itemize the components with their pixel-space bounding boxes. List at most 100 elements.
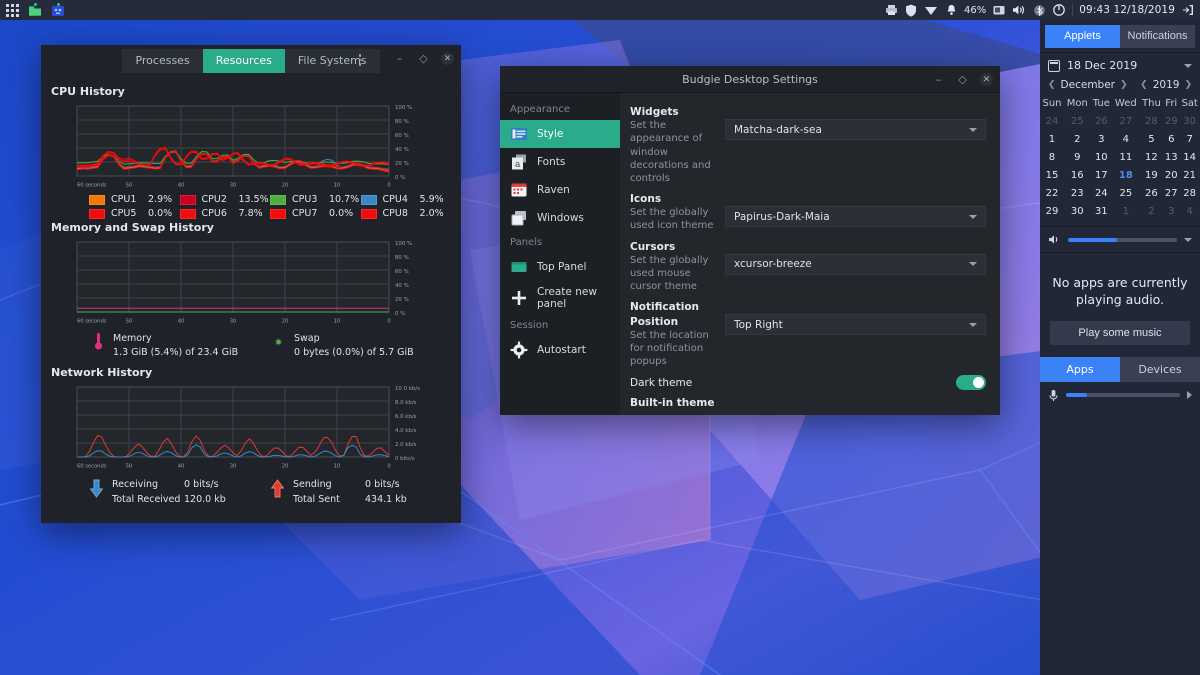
calendar-day[interactable]: 17	[1091, 166, 1113, 184]
calendar-day[interactable]: 24	[1040, 112, 1064, 130]
tab-resources[interactable]: Resources	[202, 49, 285, 73]
calendar-day[interactable]: 2	[1140, 202, 1164, 220]
calendar-day-today[interactable]: 18	[1112, 166, 1139, 184]
speaker-icon[interactable]	[1048, 234, 1061, 245]
budgie-titlebar: Budgie Desktop Settings – ◇ ✕	[500, 66, 1000, 93]
display-icon[interactable]	[992, 3, 1006, 17]
power-icon[interactable]	[1052, 3, 1066, 17]
calendar-day[interactable]: 3	[1163, 202, 1179, 220]
sidebar-item-fonts[interactable]: a Fonts	[500, 148, 620, 176]
calendar-day[interactable]: 29	[1163, 112, 1179, 130]
calendar-day[interactable]: 23	[1064, 184, 1091, 202]
app-icon[interactable]	[51, 3, 65, 17]
output-device-chevron-icon[interactable]	[1184, 237, 1192, 242]
sidebar-item-raven[interactable]: Raven	[500, 176, 620, 204]
calendar-day[interactable]: 27	[1163, 184, 1179, 202]
tab-file-systems[interactable]: File Systems	[284, 49, 380, 73]
svg-text:40: 40	[178, 319, 185, 325]
calendar-day[interactable]: 26	[1091, 112, 1113, 130]
calendar-day[interactable]: 24	[1091, 184, 1113, 202]
calendar-day[interactable]: 8	[1040, 148, 1064, 166]
clock[interactable]: 09:43 12/18/2019	[1079, 4, 1175, 16]
close-button[interactable]: ✕	[980, 73, 993, 86]
kebab-menu-icon[interactable]	[358, 54, 361, 66]
calendar-day[interactable]: 21	[1179, 166, 1200, 184]
calendar-day[interactable]: 1	[1040, 130, 1064, 148]
calendar-day[interactable]: 25	[1064, 112, 1091, 130]
setting-dropdown[interactable]: Matcha-dark-sea	[725, 119, 986, 140]
raven-tab-notifications[interactable]: Notifications	[1120, 25, 1195, 48]
microphone-icon[interactable]	[1048, 389, 1059, 402]
calendar-day[interactable]: 16	[1064, 166, 1091, 184]
calendar-day[interactable]: 10	[1091, 148, 1113, 166]
maximize-button[interactable]: ◇	[956, 73, 969, 86]
calendar-day[interactable]: 4	[1179, 202, 1200, 220]
maximize-button[interactable]: ◇	[417, 52, 430, 65]
svg-text:10: 10	[334, 463, 341, 469]
calendar-day[interactable]: 20	[1163, 166, 1179, 184]
chevron-down-icon[interactable]	[1184, 63, 1192, 68]
prev-year-icon[interactable]: ❮	[1140, 80, 1148, 90]
next-month-icon[interactable]: ❯	[1120, 80, 1128, 90]
volume-icon[interactable]	[1012, 3, 1026, 17]
calendar-day[interactable]: 25	[1112, 184, 1139, 202]
sidebar-item-windows[interactable]: Windows	[500, 204, 620, 232]
receiving-label: Receiving	[112, 478, 159, 490]
minimize-button[interactable]: –	[932, 73, 945, 86]
calendar-day[interactable]: 2	[1064, 130, 1091, 148]
notification-bell-icon[interactable]	[944, 3, 958, 17]
calendar-day[interactable]: 4	[1112, 130, 1139, 148]
setting-dropdown[interactable]: Papirus-Dark-Maia	[725, 206, 986, 228]
sound-tab-apps[interactable]: Apps	[1040, 356, 1120, 382]
calendar-day[interactable]: 6	[1163, 130, 1179, 148]
calendar-day[interactable]: 28	[1140, 112, 1164, 130]
sidebar-item-style[interactable]: Style	[500, 120, 620, 148]
files-icon[interactable]	[28, 3, 42, 17]
sidebar-item-top-panel[interactable]: Top Panel	[500, 253, 620, 281]
minimize-button[interactable]: –	[393, 52, 406, 65]
calendar-day[interactable]: 22	[1040, 184, 1064, 202]
calendar-day[interactable]: 31	[1091, 202, 1113, 220]
sidebar-item-autostart[interactable]: Autostart	[500, 336, 620, 364]
setting-dropdown[interactable]: Top Right	[725, 314, 986, 336]
raven-toggle-icon[interactable]	[1181, 3, 1195, 17]
calendar-day[interactable]: 1	[1112, 202, 1139, 220]
network-icon[interactable]	[924, 3, 938, 17]
sound-tab-devices[interactable]: Devices	[1120, 356, 1200, 382]
shield-icon[interactable]	[904, 3, 918, 17]
setting-dropdown[interactable]: xcursor-breeze	[725, 253, 986, 275]
close-button[interactable]: ✕	[441, 52, 454, 65]
calendar-day[interactable]: 26	[1140, 184, 1164, 202]
calendar-day[interactable]: 12	[1140, 148, 1164, 166]
no-audio-line-2: playing audio.	[1075, 291, 1165, 307]
calendar-day[interactable]: 30	[1064, 202, 1091, 220]
calendar-day[interactable]: 27	[1112, 112, 1139, 130]
calendar-day[interactable]: 29	[1040, 202, 1064, 220]
input-volume-slider[interactable]	[1066, 393, 1180, 398]
play-some-music-button[interactable]: Play some music	[1050, 320, 1190, 345]
calendar-day[interactable]: 13	[1163, 148, 1179, 166]
tab-processes[interactable]: Processes	[122, 49, 203, 73]
dark-theme-toggle[interactable]	[956, 375, 986, 391]
calendar-day[interactable]: 28	[1179, 184, 1200, 202]
sidebar-item-create-new-panel[interactable]: Create new panel	[500, 281, 620, 315]
calendar-day[interactable]: 15	[1040, 166, 1064, 184]
calendar-day[interactable]: 11	[1112, 148, 1139, 166]
calendar-day[interactable]: 3	[1091, 130, 1113, 148]
prev-month-icon[interactable]: ❮	[1048, 80, 1056, 90]
calendar-day[interactable]: 14	[1179, 148, 1200, 166]
printer-icon[interactable]	[884, 3, 898, 17]
calendar-day[interactable]: 19	[1140, 166, 1164, 184]
input-expand-icon[interactable]	[1187, 391, 1192, 400]
calendar-day[interactable]: 5	[1140, 130, 1164, 148]
next-year-icon[interactable]: ❯	[1184, 80, 1192, 90]
app-grid-icon[interactable]	[5, 3, 19, 17]
raven-tab-applets[interactable]: Applets	[1045, 25, 1120, 48]
calendar-day[interactable]: 9	[1064, 148, 1091, 166]
output-volume-slider[interactable]	[1068, 237, 1177, 242]
bluetooth-icon[interactable]	[1032, 3, 1046, 17]
calendar-day[interactable]: 30	[1179, 112, 1200, 130]
cpu-legend-item: CPU7 0.0%	[270, 208, 361, 219]
calendar-day[interactable]: 7	[1179, 130, 1200, 148]
calendar-header[interactable]: 18 Dec 2019	[1040, 53, 1200, 78]
